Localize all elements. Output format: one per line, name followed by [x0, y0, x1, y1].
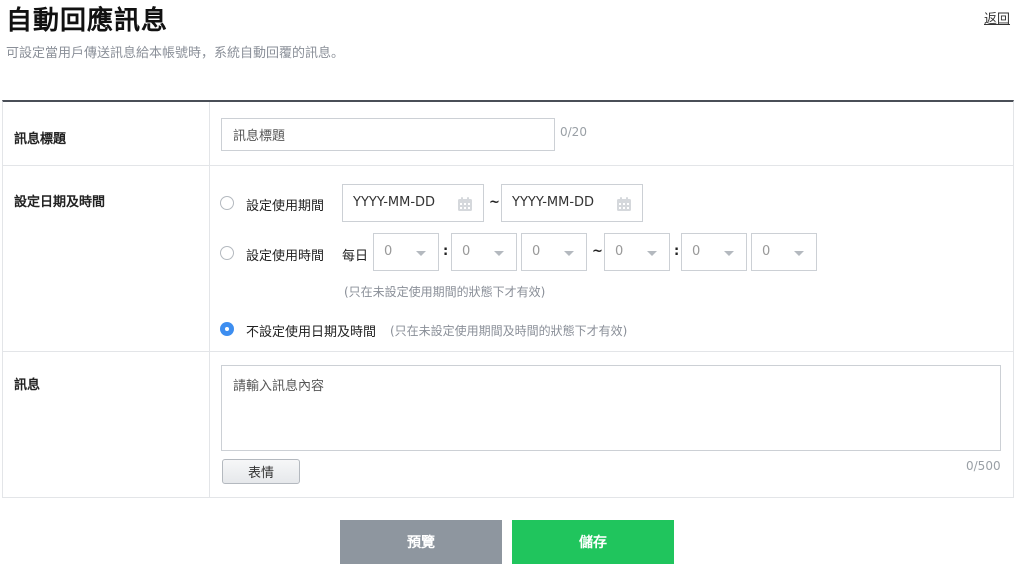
chevron-down-icon: [494, 251, 504, 256]
select-value: 0: [462, 244, 471, 259]
message-title-input[interactable]: 訊息標題: [221, 118, 555, 151]
select-value: 0: [615, 244, 624, 259]
chevron-down-icon: [416, 251, 426, 256]
preview-button[interactable]: 預覽: [340, 520, 502, 564]
message-textarea[interactable]: 請輸入訊息內容: [221, 365, 1001, 451]
time-colon: :: [443, 244, 449, 259]
calendar-icon[interactable]: [457, 196, 473, 212]
calendar-icon[interactable]: [616, 196, 632, 212]
start-hour-select[interactable]: 0: [373, 233, 439, 271]
time-range-separator: ~: [592, 244, 603, 259]
emoji-button[interactable]: 表情: [222, 459, 300, 484]
title-char-counter: 0/20: [560, 125, 587, 139]
chevron-down-icon: [647, 251, 657, 256]
start-date-input[interactable]: YYYY-MM-DD: [342, 184, 484, 222]
save-button[interactable]: 儲存: [512, 520, 674, 564]
radio-none-label: 不設定使用日期及時間: [246, 325, 377, 340]
start-date-placeholder: YYYY-MM-DD: [353, 195, 436, 210]
page-title: 自動回應訊息: [6, 6, 169, 36]
select-value: 0: [532, 244, 541, 259]
radio-time[interactable]: [220, 246, 234, 260]
datetime-label: 設定日期及時間: [14, 195, 106, 210]
message-char-counter: 0/500: [966, 459, 1001, 473]
radio-period-label: 設定使用期間: [246, 199, 325, 214]
select-value: 0: [692, 244, 701, 259]
title-label-cell: 訊息標題: [3, 102, 210, 165]
end-hour-select[interactable]: 0: [604, 233, 670, 271]
datetime-label-cell: 設定日期及時間: [3, 166, 210, 351]
date-range-separator: ~: [489, 195, 500, 210]
radio-period[interactable]: [220, 196, 234, 210]
message-label: 訊息: [14, 378, 41, 393]
radio-time-label: 設定使用時間: [246, 249, 325, 264]
time-colon: :: [674, 244, 680, 259]
page-subtitle: 可設定當用戶傳送訊息給本帳號時，系統自動回覆的訊息。: [6, 46, 345, 61]
end-second-select[interactable]: 0: [751, 233, 817, 271]
start-minute-select[interactable]: 0: [451, 233, 517, 271]
daily-label: 每日: [342, 249, 369, 264]
back-link[interactable]: 返回: [984, 8, 1010, 27]
message-label-cell: 訊息: [3, 352, 210, 498]
select-value: 0: [762, 244, 771, 259]
end-date-input[interactable]: YYYY-MM-DD: [501, 184, 643, 222]
chevron-down-icon: [564, 251, 574, 256]
end-minute-select[interactable]: 0: [681, 233, 747, 271]
time-hint: (只在未設定使用期間的狀態下才有效): [344, 285, 546, 299]
end-date-placeholder: YYYY-MM-DD: [512, 195, 595, 210]
chevron-down-icon: [724, 251, 734, 256]
none-hint: (只在未設定使用期間及時間的狀態下才有效): [390, 324, 628, 338]
select-value: 0: [384, 244, 393, 259]
start-second-select[interactable]: 0: [521, 233, 587, 271]
radio-none[interactable]: [220, 322, 234, 336]
title-label: 訊息標題: [14, 132, 67, 147]
chevron-down-icon: [794, 251, 804, 256]
